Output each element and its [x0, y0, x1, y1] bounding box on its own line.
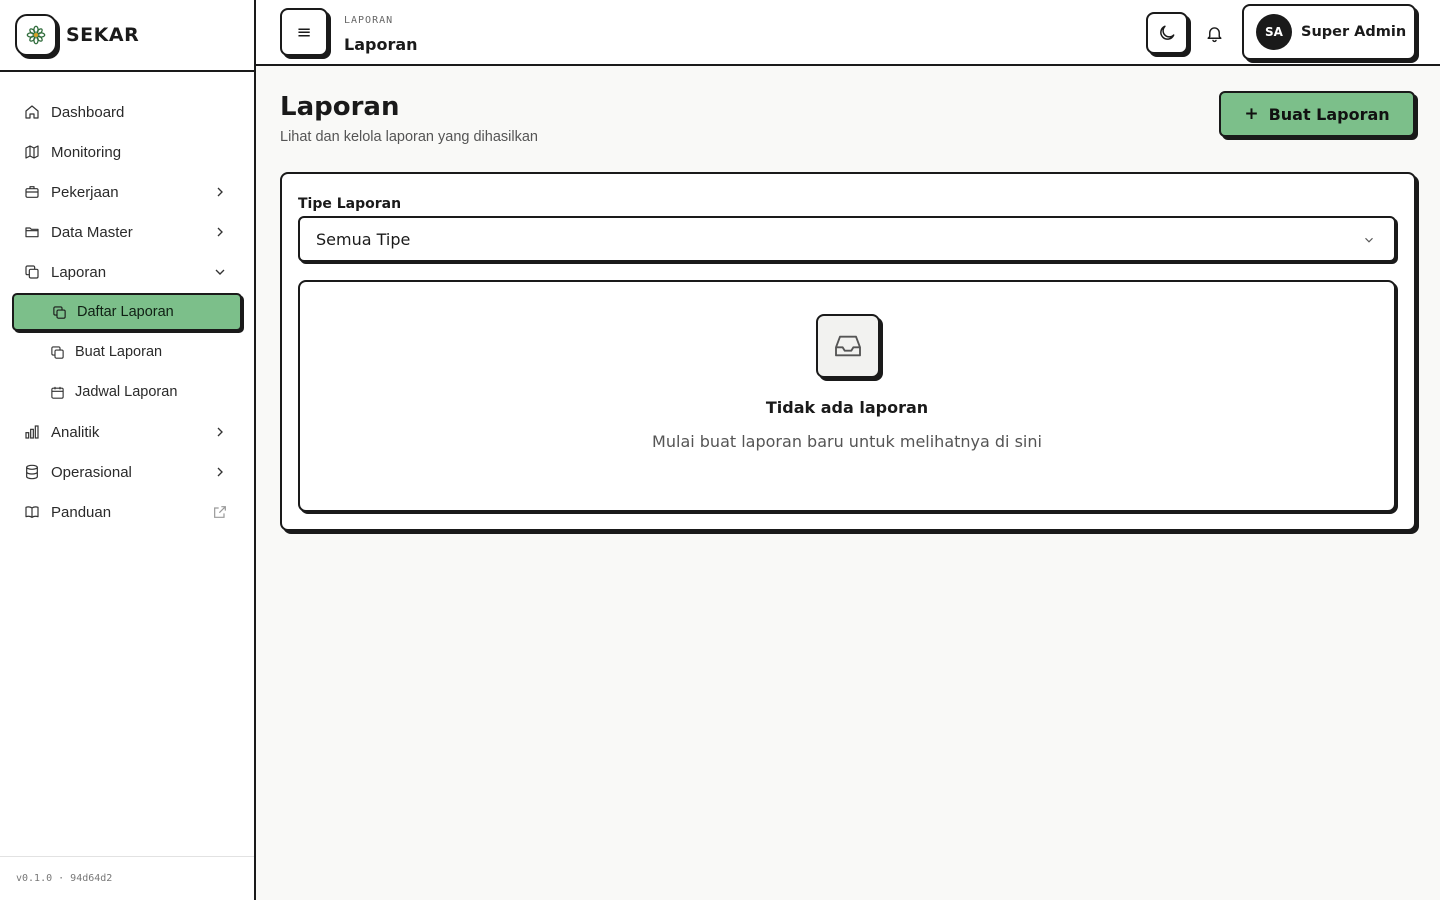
chevron-down-icon [215, 269, 225, 275]
home-icon [23, 103, 41, 121]
user-name: Super Admin [1301, 24, 1407, 40]
sidebar: SEKAR Dashboard Monitoring Pekerjaan Dat… [0, 0, 256, 900]
sidebar-item-label: Monitoring [51, 143, 122, 161]
create-report-label: Buat Laporan [1268, 104, 1390, 124]
bar-chart-icon [23, 423, 41, 441]
sidebar-item-jadwal-laporan[interactable]: Jadwal Laporan [0, 372, 254, 412]
user-menu-button[interactable]: SA Super Admin [1242, 4, 1416, 60]
chevron-down-icon [1365, 237, 1373, 243]
chevron-right-icon [217, 427, 223, 437]
map-icon [23, 143, 41, 161]
copy-icon [23, 263, 41, 281]
report-type-label: Tipe Laporan [298, 196, 402, 212]
page-title: Laporan [280, 92, 400, 122]
sidebar-item-analitik[interactable]: Analitik [0, 412, 254, 452]
menu-toggle-button[interactable]: ≡ [280, 8, 328, 56]
report-type-value: Semua Tipe [316, 229, 411, 249]
report-type-select[interactable]: Semua Tipe [298, 216, 1396, 262]
sidebar-item-label: Daftar Laporan [77, 304, 174, 320]
sidebar-item-label: Panduan [51, 503, 112, 521]
sidebar-nav: Dashboard Monitoring Pekerjaan Data Mast… [0, 72, 254, 532]
sidebar-item-label: Data Master [51, 223, 133, 241]
sidebar-item-label: Pekerjaan [51, 183, 119, 201]
sidebar-item-buat-laporan[interactable]: Buat Laporan [0, 332, 254, 372]
sidebar-item-laporan[interactable]: Laporan [0, 252, 254, 292]
inbox-icon [816, 314, 880, 378]
theme-toggle-button[interactable] [1146, 12, 1188, 54]
sidebar-item-daftar-laporan[interactable]: Daftar Laporan [12, 293, 242, 331]
page-subtitle: Lihat dan kelola laporan yang dihasilkan [280, 129, 538, 145]
calendar-icon [49, 383, 66, 401]
notifications-button[interactable] [1200, 20, 1228, 46]
breadcrumb: LAPORAN [344, 15, 394, 26]
chevron-right-icon [217, 467, 223, 477]
sidebar-item-dashboard[interactable]: Dashboard [0, 92, 254, 132]
flower-icon [15, 14, 57, 56]
sidebar-item-label: Analitik [51, 423, 100, 441]
empty-state-title: Tidak ada laporan [765, 398, 929, 417]
chevron-right-icon [217, 227, 223, 237]
empty-state: Tidak ada laporan Mulai buat laporan bar… [298, 280, 1396, 512]
bell-icon [1206, 26, 1222, 42]
menu-icon: ≡ [296, 21, 312, 43]
topbar: ≡ LAPORAN Laporan SA Super Admin [256, 0, 1440, 66]
empty-state-message: Mulai buat laporan baru untuk melihatnya… [652, 432, 1042, 451]
sidebar-item-label: Laporan [51, 263, 107, 281]
moon-icon [1160, 25, 1175, 40]
sidebar-item-monitoring[interactable]: Monitoring [0, 132, 254, 172]
external-link-icon [214, 506, 226, 518]
folder-icon [23, 223, 41, 241]
sidebar-item-data-master[interactable]: Data Master [0, 212, 254, 252]
briefcase-icon [23, 183, 41, 201]
sidebar-item-label: Dashboard [51, 103, 125, 121]
sidebar-item-operasional[interactable]: Operasional [0, 452, 254, 492]
create-report-button[interactable]: + Buat Laporan [1219, 91, 1415, 137]
version-info: v0.1.0 · 94d64d2 [0, 856, 254, 900]
plus-icon: + [1244, 104, 1259, 124]
copy-icon [49, 343, 66, 361]
sidebar-item-label: Jadwal Laporan [75, 384, 178, 400]
brand-name: SEKAR [66, 24, 140, 46]
report-card: Tipe Laporan Semua Tipe Tidak ada lapora… [280, 172, 1416, 531]
chevron-right-icon [217, 187, 223, 197]
sidebar-item-label: Buat Laporan [75, 344, 163, 360]
brand[interactable]: SEKAR [0, 0, 254, 72]
sidebar-item-pekerjaan[interactable]: Pekerjaan [0, 172, 254, 212]
book-icon [23, 503, 41, 521]
header-title: Laporan [344, 35, 418, 54]
copy-icon [51, 303, 68, 321]
sidebar-item-panduan[interactable]: Panduan [0, 492, 254, 532]
avatar: SA [1256, 14, 1292, 50]
database-icon [23, 463, 41, 481]
sidebar-item-label: Operasional [51, 463, 132, 481]
